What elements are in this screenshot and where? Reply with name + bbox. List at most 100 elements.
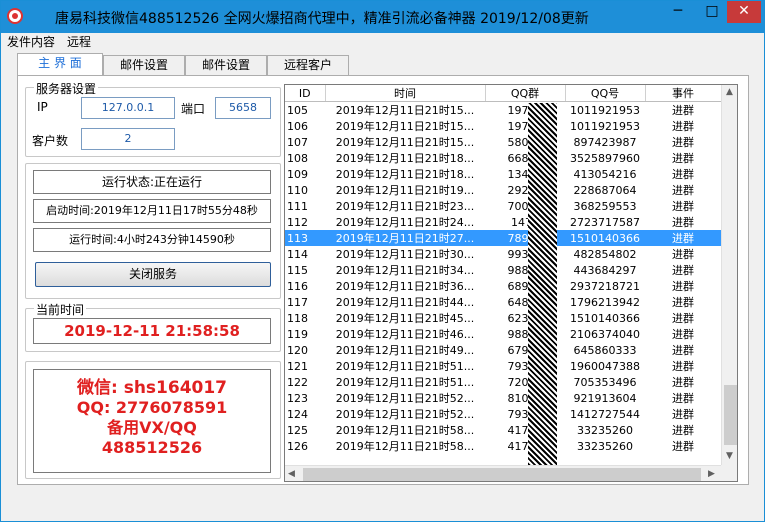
table-row[interactable]: 125 2019年12月11日21时58... 41789 33235260 进群	[285, 422, 721, 438]
vertical-scrollbar[interactable]: ▲ ▼	[721, 85, 737, 465]
menu-item-remote[interactable]: 远程	[61, 33, 97, 51]
table-cell: 125	[287, 423, 308, 437]
table-cell: 126	[287, 439, 308, 453]
table-cell: 113	[285, 230, 325, 246]
scroll-up-icon[interactable]: ▲	[726, 87, 733, 97]
table-row[interactable]: 118 2019年12月11日21时45... 62380 1510140366 进群	[285, 310, 721, 326]
table-cell: 2019年12月11日21时15...	[335, 136, 475, 149]
table-cell: 1510140366	[570, 311, 640, 325]
table-row[interactable]: 106 2019年12月11日21时15... 19763 1011921953 进群	[285, 118, 721, 134]
table-row[interactable]: 110 2019年12月11日21时19... 29222 228687064 进群	[285, 182, 721, 198]
vertical-scroll-thumb[interactable]	[724, 385, 737, 445]
table-cell: 33235260	[577, 439, 633, 453]
scroll-left-icon[interactable]: ◀	[288, 469, 295, 479]
column-header[interactable]: QQ群	[485, 85, 566, 102]
table-cell: 2019年12月11日21时52...	[335, 392, 475, 405]
scroll-down-icon[interactable]: ▼	[726, 451, 733, 461]
clock-title: 当前时间	[34, 301, 87, 318]
column-header[interactable]: ID	[285, 85, 326, 102]
port-input[interactable]: 5658	[215, 97, 271, 119]
table-row[interactable]: 108 2019年12月11日21时18... 66838 3525897960 进群	[285, 150, 721, 166]
ip-input[interactable]: 127.0.0.1	[81, 97, 175, 119]
scrollbar-corner	[721, 465, 737, 481]
window-title: 唐易科技微信488512526 全网火爆招商代理中，精准引流必备神器 2019/…	[55, 11, 589, 27]
table-cell: 106	[287, 119, 308, 133]
scroll-right-icon[interactable]: ▶	[708, 469, 715, 479]
table-cell: 进群	[672, 168, 694, 181]
tab-mail-settings-1[interactable]: 邮件设置	[103, 55, 185, 75]
column-header[interactable]: QQ号	[565, 85, 646, 102]
table-cell: 112	[287, 215, 308, 229]
table-row[interactable]: 120 2019年12月11日21时49... 67938 645860333 进群	[285, 342, 721, 358]
horizontal-scroll-thumb[interactable]	[303, 468, 701, 481]
menu-item-content[interactable]: 发件内容	[1, 33, 61, 51]
table-row[interactable]: 117 2019年12月11日21时44... 64877 1796213942 进群	[285, 294, 721, 310]
table-row[interactable]: 116 2019年12月11日21时36... 68990 2937218721 进群	[285, 278, 721, 294]
table-cell: 进群	[672, 296, 694, 309]
table-cell: 进群	[672, 344, 694, 357]
column-header[interactable]: 事件	[645, 85, 722, 102]
table-row[interactable]: 121 2019年12月11日21时51... 79396 1960047388 进群	[285, 358, 721, 374]
table-cell: 进群	[672, 184, 694, 197]
port-label: 端口	[181, 102, 206, 116]
table-cell: 109	[287, 167, 308, 181]
table-cell: 进群	[645, 230, 721, 246]
table-cell: 进群	[672, 248, 694, 261]
table-row[interactable]: 114 2019年12月11日21时30... 99384 482854802 进群	[285, 246, 721, 262]
table-cell: 124	[287, 407, 308, 421]
table-cell: 2019年12月11日21时45...	[335, 312, 475, 325]
table-cell: 2937218721	[570, 279, 640, 293]
title-bar[interactable]: 唐易科技微信488512526 全网火爆招商代理中，精准引流必备神器 2019/…	[1, 1, 764, 33]
horizontal-scrollbar[interactable]: ◀ ▶	[285, 465, 721, 481]
table-row[interactable]: 123 2019年12月11日21时52... 81084 921913604 进群	[285, 390, 721, 406]
table-cell: 2019年12月11日21时23...	[335, 200, 475, 213]
table-cell: 2019年12月11日21时18...	[335, 152, 475, 165]
table-cell: 111	[287, 199, 308, 213]
table-row[interactable]: 113 2019年12月11日21时27... 78983 1510140366 进群	[285, 230, 721, 246]
table-cell: 2019年12月11日21时36...	[335, 280, 475, 293]
stop-service-button[interactable]: 关闭服务	[35, 262, 271, 287]
tab-remote-clients[interactable]: 远程客户	[267, 55, 349, 75]
table-cell: 33235260	[577, 423, 633, 437]
tab-mail-settings-2[interactable]: 邮件设置	[185, 55, 267, 75]
table-row[interactable]: 115 2019年12月11日21时34... 98850 443684297 进群	[285, 262, 721, 278]
table-cell: 进群	[672, 440, 694, 453]
event-grid[interactable]: ID 时间 QQ群 QQ号 事件 105 2019年12月11日21时15... 19763…	[284, 84, 738, 482]
event-table: ID 时间 QQ群 QQ号 事件 105 2019年12月11日21时15... 19763…	[285, 85, 722, 454]
table-row[interactable]: 112 2019年12月11日21时24... 1475 2723717587 进群	[285, 214, 721, 230]
contact-box: 微信: shs164017 QQ: 2776078591 备用VX/QQ 488…	[33, 369, 271, 473]
ip-label: IP	[37, 100, 48, 114]
table-cell: 1011921953	[570, 119, 640, 133]
table-cell: 进群	[672, 280, 694, 293]
close-button[interactable]: ✕	[727, 1, 761, 23]
table-row[interactable]: 109 2019年12月11日21时18... 13476 413054216 进群	[285, 166, 721, 182]
table-row[interactable]: 126 2019年12月11日21时58... 41789 33235260 进群	[285, 438, 721, 454]
column-header[interactable]: 时间	[325, 85, 486, 102]
start-time: 启动时间:2019年12月11日17时55分48秒	[33, 199, 271, 223]
table-cell: 2019年12月11日21时52...	[335, 408, 475, 421]
minimize-button[interactable]: ─	[661, 1, 695, 23]
current-time: 2019-12-11 21:58:58	[33, 318, 271, 344]
table-cell: 482854802	[573, 247, 637, 261]
table-cell: 368259553	[573, 199, 637, 213]
table-row[interactable]: 122 2019年12月11日21时51... 72040 705353496 进群	[285, 374, 721, 390]
table-cell: 2019年12月11日21时58...	[335, 424, 475, 437]
table-cell: 进群	[672, 120, 694, 133]
table-row[interactable]: 119 2019年12月11日21时46... 98850 2106374040 进群	[285, 326, 721, 342]
table-row[interactable]: 111 2019年12月11日21时23... 70014 368259553 进群	[285, 198, 721, 214]
table-cell: 进群	[672, 376, 694, 389]
table-cell: 2019年12月11日21时44...	[335, 296, 475, 309]
table-row[interactable]: 124 2019年12月11日21时52... 79396 1412727544 进群	[285, 406, 721, 422]
maximize-button[interactable]: □	[695, 1, 729, 23]
table-cell: 118	[287, 311, 308, 325]
table-cell: 2019年12月11日21时51...	[335, 360, 475, 373]
table-cell: 2019年12月11日21时51...	[335, 376, 475, 389]
table-row[interactable]: 105 2019年12月11日21时15... 19763 1011921953 进群	[285, 102, 721, 119]
table-cell: 114	[287, 247, 308, 261]
tab-main[interactable]: 主 界 面	[17, 53, 103, 76]
contact-wechat: 微信: shs164017	[76, 378, 228, 398]
table-cell: 进群	[672, 104, 694, 117]
table-cell: 3525897960	[570, 151, 640, 165]
table-row[interactable]: 107 2019年12月11日21时15... 58077 897423987 进群	[285, 134, 721, 150]
uptime: 运行时间:4小时243分钟14590秒	[33, 228, 271, 252]
